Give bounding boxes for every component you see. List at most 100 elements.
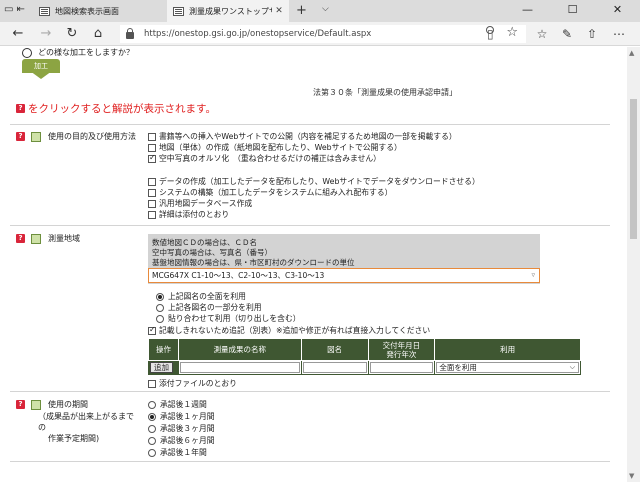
radio[interactable] xyxy=(148,448,156,457)
section-label: 使用の目的及び使用方法 xyxy=(48,132,136,141)
option-label: 空中写真のオルソ化 （重ね合わせるだけの補正は含みません） xyxy=(159,154,381,163)
radio[interactable] xyxy=(148,424,156,433)
purpose-option[interactable]: 詳細は添付のとおり xyxy=(148,209,229,220)
checkbox[interactable] xyxy=(148,188,156,197)
period-radio[interactable]: 承認後１ヶ月間 xyxy=(148,411,215,422)
help-icon[interactable]: ? xyxy=(16,234,25,243)
info-line: 基盤地図情報の場合は、県・市区町村のダウンロードの単位 xyxy=(152,258,355,267)
purpose-option[interactable]: 空中写真のオルソ化 （重ね合わせるだけの補正は含みません） xyxy=(148,153,381,164)
date-input[interactable] xyxy=(369,362,434,373)
close-tab-icon[interactable]: ✕ xyxy=(272,6,286,16)
maximize-icon[interactable]: ☐ xyxy=(550,0,595,22)
tab-map-search[interactable]: 地図検索表示画面 xyxy=(33,0,167,22)
scroll-down-icon[interactable]: ▼ xyxy=(629,472,634,480)
nav-bar: ← → ↻ ⌂ https://onestop.gsi.go.jp/onesto… xyxy=(0,22,640,46)
chevron-down-icon[interactable]: ⌵ xyxy=(322,4,329,14)
name-input[interactable] xyxy=(179,362,300,373)
pen-icon[interactable]: ✎ xyxy=(558,25,576,43)
divider xyxy=(10,124,610,125)
help-icon[interactable]: ? xyxy=(16,400,25,409)
help-icon[interactable]: ? xyxy=(16,132,25,141)
extra-entry-option[interactable]: 記載しきれないため追記（別表）※追加や修正が有れば直接入力してください xyxy=(148,325,430,336)
purpose-option[interactable]: 地図（単体）の作成（紙地図を配布したり、Webサイトで公開する） xyxy=(148,142,402,153)
checkbox[interactable] xyxy=(148,199,156,208)
scroll-up-icon[interactable]: ▲ xyxy=(629,49,634,57)
purpose-option[interactable]: システムの構築（加工したデータをシステムに組み入れ配布する） xyxy=(148,187,392,198)
usage-select[interactable]: 全面を利用 ⌵ xyxy=(436,362,579,373)
checkbox[interactable] xyxy=(148,153,156,163)
share-icon[interactable]: ⇧ xyxy=(583,25,601,43)
favorites-icon[interactable]: ☆ xyxy=(533,25,551,43)
attachment-option[interactable]: 添付ファイルのとおり xyxy=(148,378,237,389)
purpose-option[interactable]: 汎用地図データベース作成 xyxy=(148,198,252,209)
address-bar[interactable]: https://onestop.gsi.go.jp/onestopservice… xyxy=(120,25,526,43)
home-icon[interactable]: ⌂ xyxy=(88,25,108,43)
chevron-down-icon[interactable]: ▿ xyxy=(531,269,535,282)
new-tab-icon[interactable]: + xyxy=(296,3,307,18)
arrow-circle-icon xyxy=(22,47,32,58)
scroll-thumb[interactable] xyxy=(630,99,637,239)
option-label: 汎用地図データベース作成 xyxy=(159,199,253,208)
checkbox[interactable] xyxy=(148,210,156,219)
purpose-option[interactable]: データの作成（加工したデータを配布したり、Webサイトでデータをダウンロードさせ… xyxy=(148,176,480,187)
window-controls: — ☐ ✕ xyxy=(505,0,640,22)
period-radio[interactable]: 承認後６ヶ月間 xyxy=(148,435,215,446)
tab-back-icon[interactable]: ⇤ xyxy=(16,4,24,18)
col-header: 交付年月日 発行年次 xyxy=(367,338,436,361)
radio-label: 承認後１ヶ月間 xyxy=(160,412,215,421)
tab-onestop[interactable]: 測量成果ワンストップサービ ✕ xyxy=(167,0,289,22)
radio[interactable] xyxy=(156,314,164,323)
section-icon xyxy=(31,131,41,142)
radio[interactable] xyxy=(148,400,156,409)
radio-label: 承認後１週間 xyxy=(160,400,207,409)
forward-arrow-icon[interactable]: → xyxy=(36,25,56,43)
purpose-option[interactable]: 書籍等への挿入やWebサイトでの公開（内容を補足するため地図の一部を掲載する） xyxy=(148,131,457,142)
area-input[interactable]: MCG647X C1-10～13、C2-10～13、C3-10～13 ▿ xyxy=(148,268,540,283)
option-label: データの作成（加工したデータを配布したり、Webサイトでデータをダウンロードさせ… xyxy=(159,177,480,186)
divider xyxy=(10,461,610,462)
more-icon[interactable]: ⋯ xyxy=(610,25,628,43)
period-radio[interactable]: 承認後１週間 xyxy=(148,399,207,410)
info-line: 空中写真の場合は、写真名（番号） xyxy=(152,248,272,257)
checkbox[interactable] xyxy=(148,325,156,335)
favorite-star-icon[interactable]: ☆ xyxy=(506,25,518,40)
area-value: MCG647X C1-10～13、C2-10～13、C3-10～13 xyxy=(152,271,325,280)
add-button[interactable]: 追加 xyxy=(150,362,173,373)
divider xyxy=(10,225,610,226)
checkbox[interactable] xyxy=(148,132,156,141)
reading-view-icon[interactable]: ▯ xyxy=(486,26,494,41)
section-area: ? 測量地域 xyxy=(16,233,80,244)
minimize-icon[interactable]: — xyxy=(505,0,550,22)
option-label: 地図（単体）の作成（紙地図を配布したり、Webサイトで公開する） xyxy=(159,143,402,152)
radio[interactable] xyxy=(148,436,156,445)
usage-value: 全面を利用 xyxy=(439,363,477,372)
period-radio[interactable]: 承認後１年間 xyxy=(148,447,207,458)
option-label: 添付ファイルのとおり xyxy=(159,379,237,388)
checkbox[interactable] xyxy=(148,143,156,152)
section-period: ? 使用の期間 xyxy=(16,399,88,410)
map-name-input[interactable] xyxy=(302,362,367,373)
page-icon xyxy=(173,6,184,16)
area-radio[interactable]: 上記各図名の一部分を利用 xyxy=(156,302,262,313)
area-radio[interactable]: 上記図名の全面を利用 xyxy=(156,291,246,302)
scrollbar[interactable]: ▲ ▼ xyxy=(627,47,640,482)
question-row: どの様な加工をしますか？ xyxy=(22,47,134,58)
period-note: （成果品が出来上がるまでの 作業予定期間) xyxy=(38,411,138,444)
tab-preview-icon[interactable]: ▭ xyxy=(4,4,13,18)
checkbox[interactable] xyxy=(148,177,156,186)
section-purpose: ? 使用の目的及び使用方法 xyxy=(16,131,136,142)
op-cell: 追加 xyxy=(148,360,179,375)
refresh-icon[interactable]: ↻ xyxy=(62,25,82,43)
checkbox[interactable] xyxy=(148,379,156,388)
radio[interactable] xyxy=(148,412,156,421)
radio[interactable] xyxy=(156,303,164,312)
period-sublabel: 作業予定期間) xyxy=(48,434,100,443)
period-sublabel: （成果品が出来上がるまでの xyxy=(38,412,134,432)
area-radio[interactable]: 貼り合わせて利用（切り出しを含む） xyxy=(156,313,301,324)
chevron-down-icon[interactable]: ⌵ xyxy=(570,363,575,372)
radio[interactable] xyxy=(156,292,164,301)
table-header: 操作 測量成果の名称 図名 交付年月日 発行年次 利用 xyxy=(148,338,581,361)
close-window-icon[interactable]: ✕ xyxy=(595,0,640,22)
period-radio[interactable]: 承認後３ヶ月間 xyxy=(148,423,215,434)
back-arrow-icon[interactable]: ← xyxy=(8,25,28,43)
